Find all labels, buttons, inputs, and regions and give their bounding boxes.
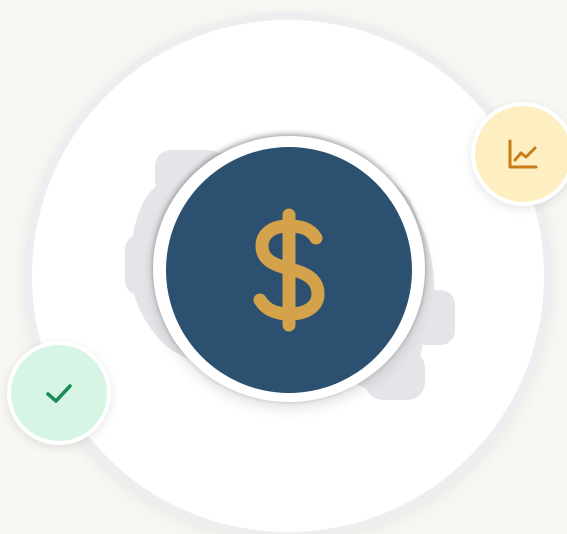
dollar-sign-icon: [253, 208, 325, 332]
chart-badge: [471, 102, 567, 206]
line-chart-icon: [508, 139, 538, 169]
finance-illustration: [0, 0, 567, 534]
coin: [166, 147, 412, 393]
check-badge: [7, 341, 111, 445]
checkmark-icon: [46, 384, 72, 403]
